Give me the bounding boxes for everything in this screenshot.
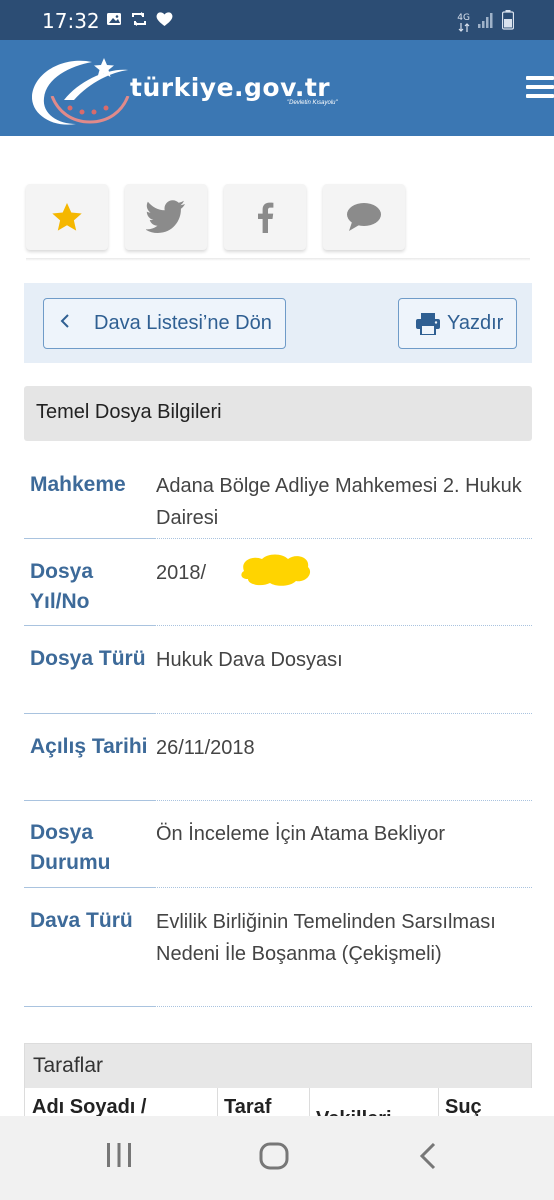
comment-button[interactable]: [323, 184, 405, 250]
divider: [26, 258, 530, 261]
printer-icon: [416, 312, 440, 335]
comment-icon: [347, 203, 381, 231]
back-button-label: Dava Listesi’ne Dön: [94, 312, 272, 334]
screen: 17:32 4G türkiye.gov.tr "Devletin Kısayo…: [0, 0, 554, 1200]
detail-value: Adana Bölge Adliye Mahkemesi 2. Hukuk Da…: [156, 475, 522, 529]
detail-value: Evlilik Birliğinin Temelinden Sarsılması…: [156, 911, 496, 965]
facebook-share-button[interactable]: [224, 184, 306, 250]
signal-icon: [478, 11, 494, 34]
print-button-label: Yazdır: [447, 312, 504, 334]
site-brand[interactable]: türkiye.gov.tr: [130, 73, 330, 102]
section-title: Temel Dosya Bilgileri: [36, 401, 222, 423]
facebook-icon: [258, 202, 274, 233]
home-icon[interactable]: [259, 1142, 289, 1175]
detail-value: 2018/: [156, 562, 207, 584]
detail-value: Ön İnceleme İçin Atama Bekliyor: [156, 823, 446, 845]
detail-label: Mahkeme: [30, 473, 126, 496]
status-bar: 17:32 4G: [0, 0, 554, 40]
detail-value: 26/11/2018: [156, 737, 255, 759]
star-icon: [52, 203, 82, 231]
hamburger-menu-icon[interactable]: [526, 76, 554, 100]
detail-label: Dava Türü: [30, 909, 133, 932]
site-tagline: "Devletin Kısayolu": [287, 100, 338, 106]
section-header: Temel Dosya Bilgileri: [24, 386, 532, 441]
detail-value: Hukuk Dava Dosyası: [156, 649, 343, 671]
twitter-icon: [146, 200, 185, 233]
back-icon[interactable]: [418, 1142, 438, 1175]
detail-label: Dosya Türü: [30, 647, 146, 670]
detail-label: Dosya Yıl/No: [30, 560, 94, 613]
heart-icon: [156, 11, 173, 32]
back-to-list-button[interactable]: Dava Listesi’ne Dön: [43, 298, 286, 349]
favorite-button[interactable]: [26, 184, 108, 250]
sync-icon: [130, 11, 148, 32]
navigation-bar: [0, 1116, 554, 1200]
court-seal-icon: [48, 96, 132, 152]
parties-title: Taraflar: [25, 1044, 531, 1088]
action-panel: Dava Listesi’ne Dön Yazdır: [24, 283, 532, 363]
twitter-share-button[interactable]: [125, 184, 207, 250]
detail-label: Dosya Durumu: [30, 821, 111, 874]
recent-apps-icon[interactable]: [106, 1142, 132, 1173]
image-icon: [106, 11, 122, 32]
network-4g-icon: 4G: [457, 12, 470, 32]
chevron-left-icon: [60, 312, 70, 335]
status-time: 17:32: [42, 9, 100, 33]
detail-label: Açılış Tarihi: [30, 735, 148, 758]
battery-icon: [501, 10, 515, 35]
print-button[interactable]: Yazdır: [398, 298, 517, 349]
share-toolbar: [26, 184, 405, 250]
redaction-mark: [241, 554, 311, 586]
network-label: 4G: [457, 12, 470, 23]
